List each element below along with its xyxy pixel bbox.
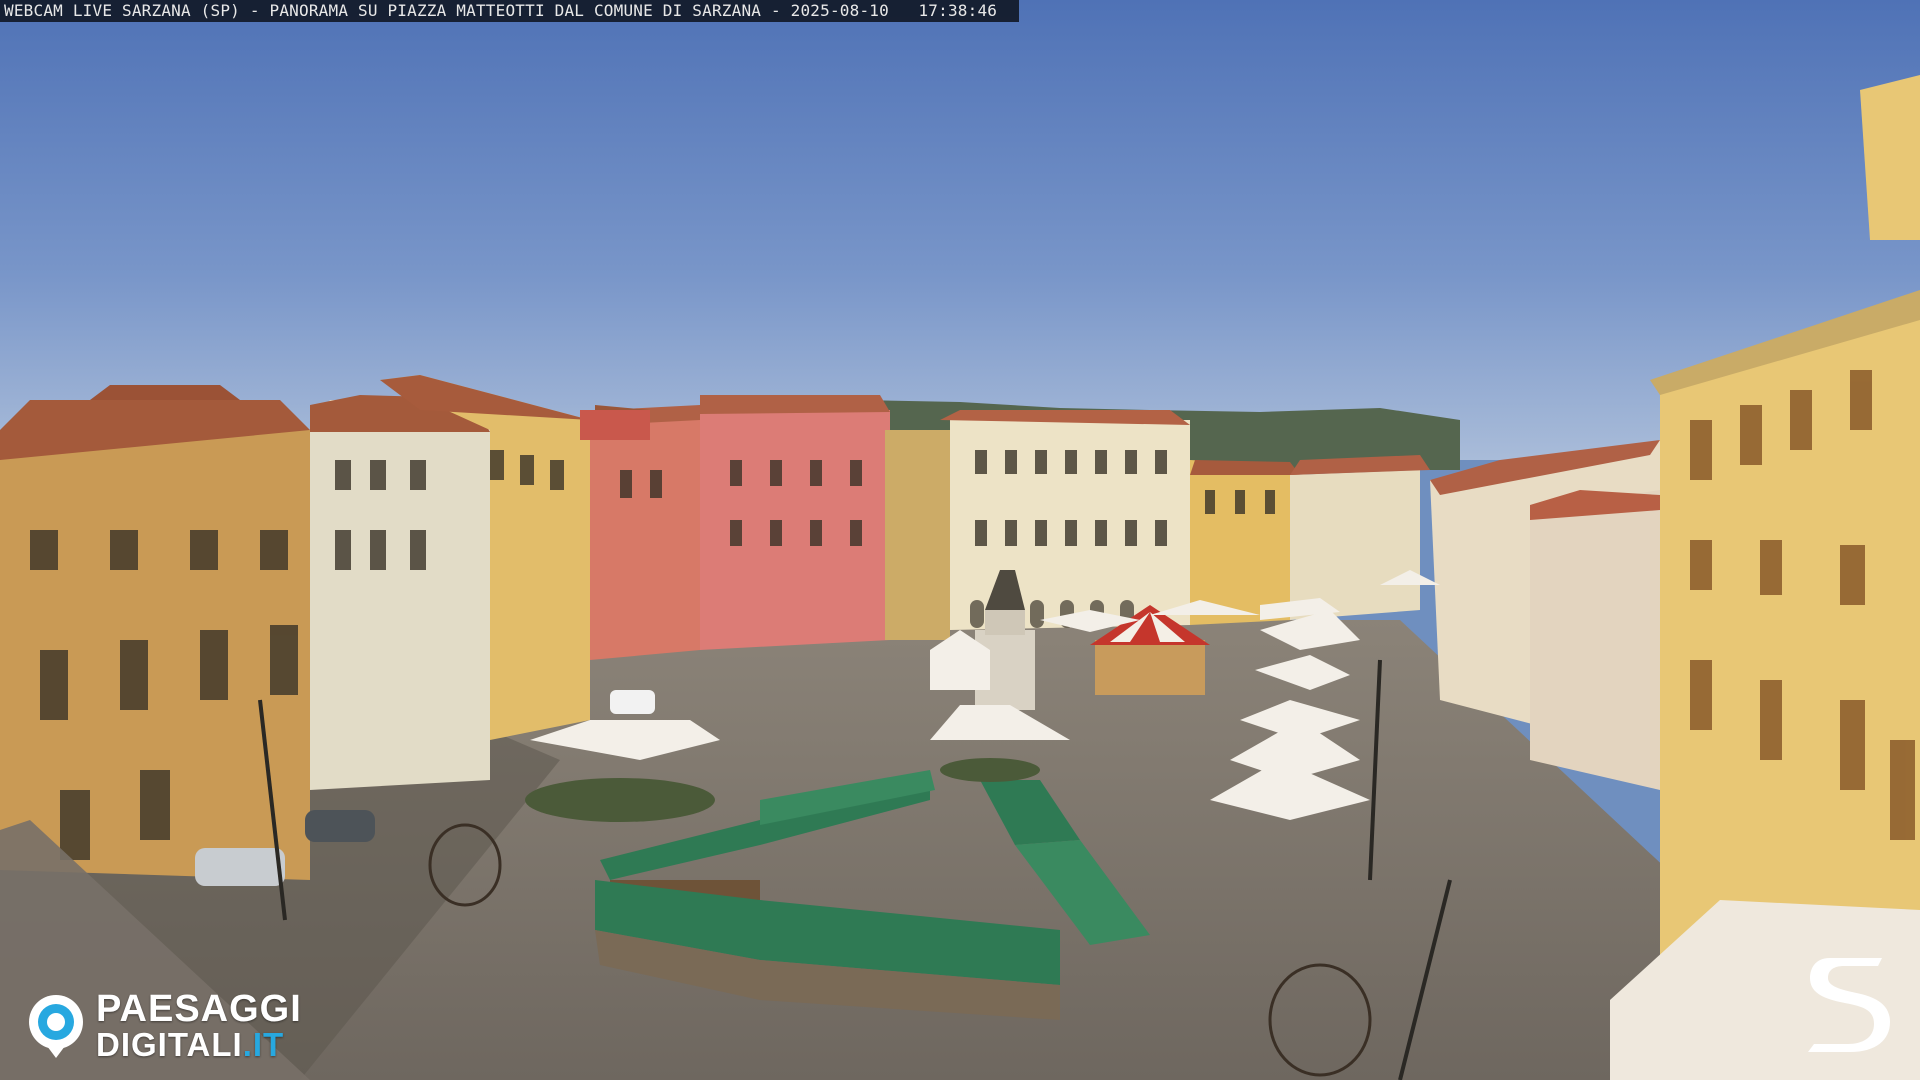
webcam-caption: WEBCAM LIVE SARZANA (SP) - PANORAMA SU P… bbox=[0, 0, 1020, 22]
eye-camera-icon bbox=[29, 995, 83, 1058]
sky bbox=[0, 0, 1920, 460]
paesaggi-digitali-logo[interactable]: PAESAGGI DIGITALI .IT bbox=[26, 987, 302, 1063]
logo-line1: PAESAGGI bbox=[96, 987, 302, 1030]
logo-suffix: .IT bbox=[242, 1025, 285, 1063]
s-letter-logo bbox=[1808, 958, 1890, 1052]
webcam-view: WEBCAM LIVE SARZANA (SP) - PANORAMA SU P… bbox=[0, 0, 1920, 1080]
piazza-scene bbox=[0, 0, 1920, 1080]
logo-line2: DIGITALI bbox=[96, 1025, 243, 1063]
